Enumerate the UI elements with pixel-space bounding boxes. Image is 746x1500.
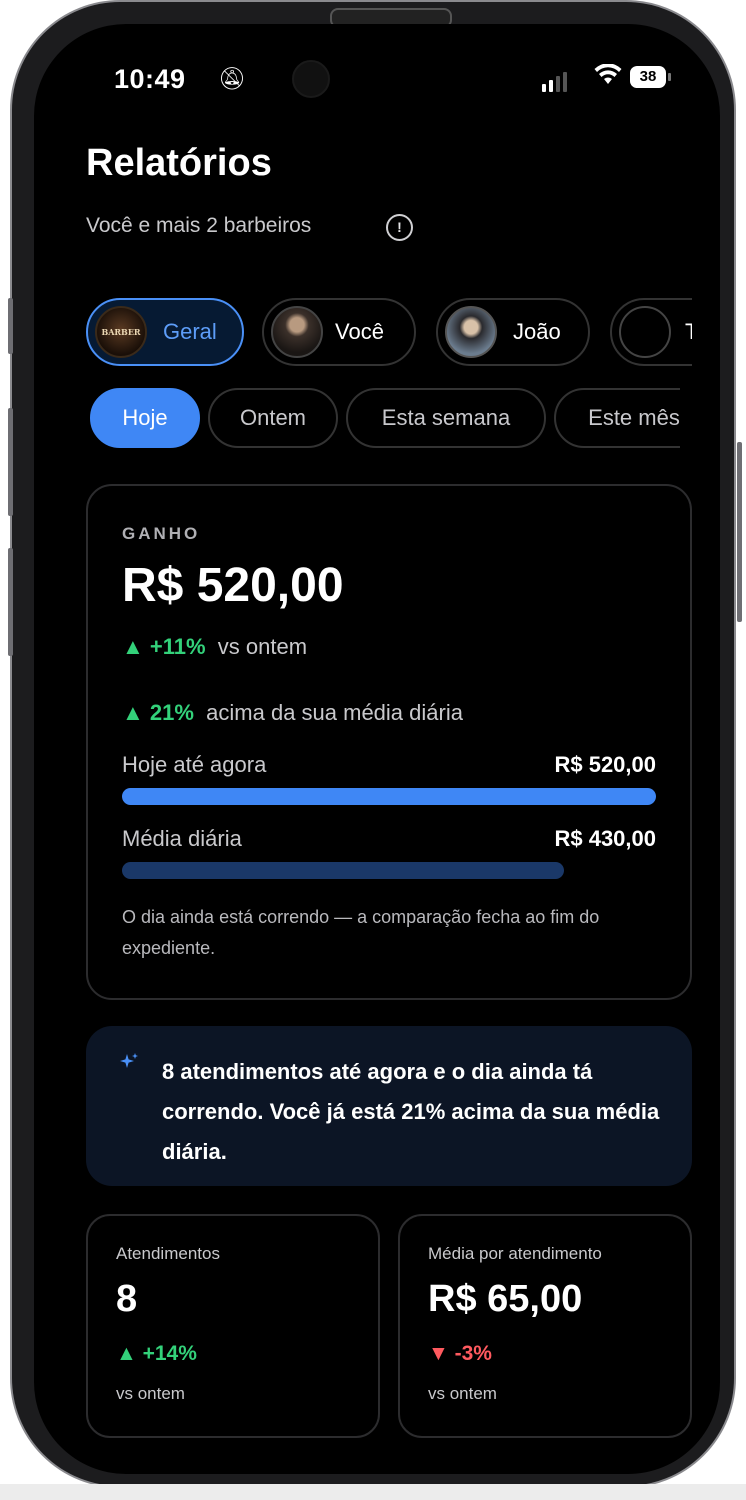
phone-frame: 10:49 🔕︎ 38 Relatórios Você e mais 2 bar… <box>10 0 736 1488</box>
barber-logo-avatar: BARBER <box>95 306 147 358</box>
stat-value: 8 <box>116 1278 138 1320</box>
barber-chip-label: Você <box>335 319 384 344</box>
barber-chip-more[interactable]: T <box>610 298 692 366</box>
status-time: 10:49 <box>114 64 186 94</box>
average-value: R$ 430,00 <box>554 826 656 851</box>
barber-chip-voce[interactable]: Você <box>262 298 416 366</box>
stat-card-average-ticket: Média por atendimento R$ 65,00 ▼ -3% vs … <box>398 1214 692 1438</box>
stat-value: R$ 65,00 <box>428 1278 583 1320</box>
average-delta-value: ▲ 21% <box>122 700 194 725</box>
bell-muted-icon: 🔕︎ <box>218 66 246 91</box>
average-progress-bar <box>122 862 564 879</box>
earnings-amount: R$ 520,00 <box>122 559 344 612</box>
status-bar: 10:49 🔕︎ 38 <box>34 24 720 124</box>
barber-filter: BARBER Geral Você João T <box>86 298 692 370</box>
period-filter: Hoje Ontem Esta semana Este mês <box>90 388 680 452</box>
mute-switch <box>8 298 13 354</box>
period-today[interactable]: Hoje <box>90 388 200 448</box>
earnings-note: O dia ainda está correndo — a comparação… <box>122 907 600 958</box>
barber-chip-geral[interactable]: BARBER Geral <box>86 298 244 366</box>
volume-up-button <box>8 408 13 516</box>
screen: 10:49 🔕︎ 38 Relatórios Você e mais 2 bar… <box>34 24 720 1474</box>
delta-text: vs ontem <box>217 634 308 659</box>
stat-sub: vs ontem <box>116 1384 185 1403</box>
avatar <box>619 306 671 358</box>
sparkle-icon <box>118 1052 140 1080</box>
stat-label: Média por atendimento <box>428 1244 602 1263</box>
stat-delta: ▼ -3% <box>428 1342 492 1365</box>
wifi-icon <box>594 62 622 93</box>
barber-chip-label: Geral <box>163 319 217 344</box>
insight-banner: 8 atendimentos até agora e o dia ainda t… <box>86 1026 692 1186</box>
barber-chip-label: João <box>513 319 561 344</box>
info-icon[interactable]: ! <box>386 214 413 241</box>
barber-chip-label: T <box>685 319 692 344</box>
stat-card-appointments: Atendimentos 8 ▲ +14% vs ontem <box>86 1214 380 1438</box>
today-label: Hoje até agora <box>122 752 267 777</box>
page-title: Relatórios <box>86 142 272 184</box>
battery-tip <box>668 73 671 81</box>
signal-icon <box>542 72 567 92</box>
period-this-week[interactable]: Esta semana <box>346 388 546 448</box>
average-comparison: ▲ 21% acima da sua média diária <box>122 700 463 726</box>
page-subtitle: Você e mais 2 barbeiros <box>86 214 312 237</box>
barber-chip-joao[interactable]: João <box>436 298 590 366</box>
period-this-month[interactable]: Este mês <box>554 388 680 448</box>
stat-label: Atendimentos <box>116 1244 220 1263</box>
insight-text: 8 atendimentos até agora e o dia ainda t… <box>162 1059 660 1164</box>
volume-down-button <box>8 548 13 656</box>
earnings-card: GANHO R$ 520,00 ▲ +11% vs ontem ▲ 21% ac… <box>86 484 692 1000</box>
today-progress-bar <box>122 788 656 805</box>
period-yesterday[interactable]: Ontem <box>208 388 338 448</box>
average-delta-text: acima da sua média diária <box>206 700 463 725</box>
battery-icon: 38 <box>630 66 666 88</box>
power-button <box>737 442 742 622</box>
avatar <box>445 306 497 358</box>
earnings-delta: ▲ +11% vs ontem <box>122 634 307 660</box>
avatar <box>271 306 323 358</box>
page-bottom-strip <box>0 1484 746 1500</box>
stat-sub: vs ontem <box>428 1384 497 1403</box>
stat-delta: ▲ +14% <box>116 1342 197 1365</box>
earnings-eyebrow: GANHO <box>122 524 201 543</box>
average-label: Média diária <box>122 826 242 851</box>
today-value: R$ 520,00 <box>554 752 656 777</box>
delta-value: ▲ +11% <box>122 634 206 659</box>
